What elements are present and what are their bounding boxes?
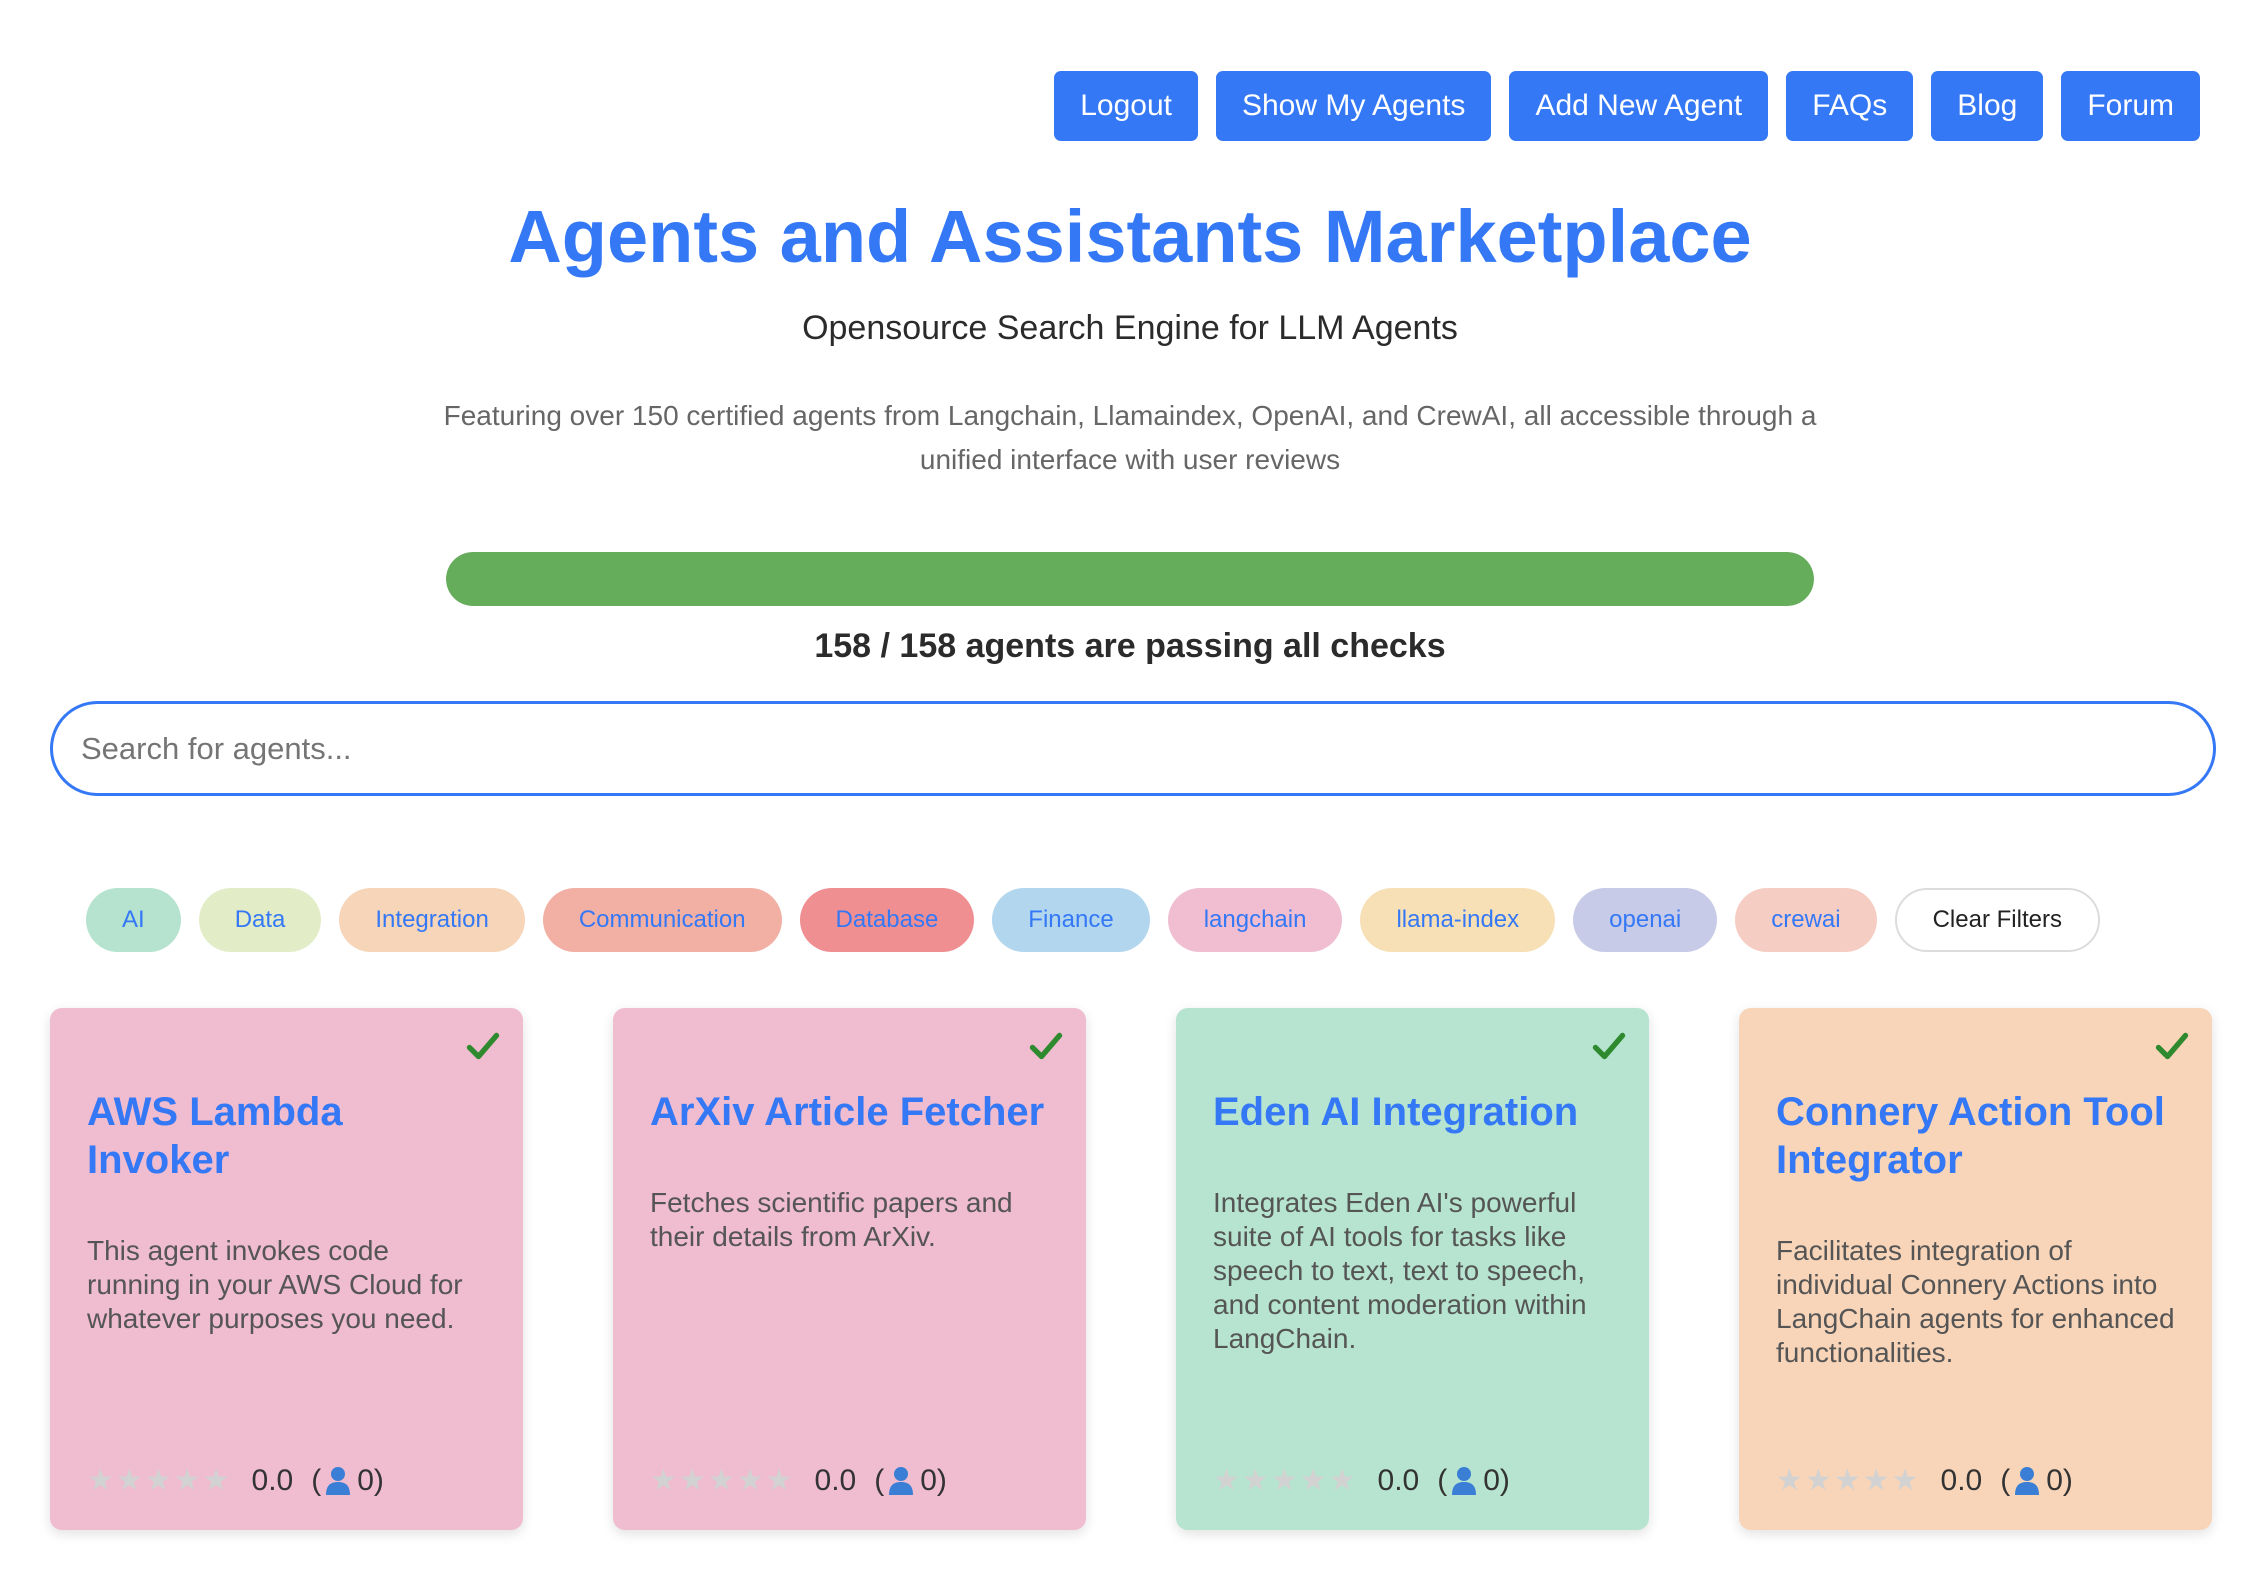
agent-rating: ★ ★ ★ ★ ★ 0.0 ( 0) [650, 1464, 947, 1498]
star-icon[interactable]: ★ [650, 1466, 677, 1496]
filter-chips: AI Data Integration Communication Databa… [86, 888, 2100, 952]
check-icon [2155, 1032, 2189, 1060]
star-rating[interactable]: ★ ★ ★ ★ ★ [650, 1466, 793, 1496]
star-icon[interactable]: ★ [708, 1466, 735, 1496]
star-icon[interactable]: ★ [87, 1466, 114, 1496]
review-count: 0) [357, 1464, 384, 1497]
filter-chip-database[interactable]: Database [799, 888, 975, 952]
checks-progress-bar [446, 552, 1814, 606]
filter-chip-llama-index[interactable]: llama-index [1360, 888, 1556, 952]
user-icon [889, 1467, 914, 1495]
check-icon [1592, 1032, 1626, 1060]
star-icon[interactable]: ★ [1242, 1466, 1269, 1496]
agent-card-title[interactable]: AWS Lambda Invoker [87, 1088, 486, 1184]
rating-value: 0.0 [1377, 1464, 1420, 1497]
star-rating[interactable]: ★ ★ ★ ★ ★ [1776, 1466, 1919, 1496]
page-description: Featuring over 150 certified agents from… [443, 400, 1817, 475]
star-icon[interactable]: ★ [1213, 1466, 1240, 1496]
review-count-open-paren: ( [311, 1464, 322, 1497]
star-icon[interactable]: ★ [1271, 1466, 1298, 1496]
agent-rating: ★ ★ ★ ★ ★ 0.0 ( 0) [87, 1464, 384, 1498]
review-count-open-paren: ( [2000, 1464, 2011, 1497]
search-bar [50, 701, 2216, 796]
star-rating[interactable]: ★ ★ ★ ★ ★ [1213, 1466, 1356, 1496]
star-icon[interactable]: ★ [116, 1466, 143, 1496]
rating-value: 0.0 [814, 1464, 857, 1497]
show-my-agents-button[interactable]: Show My Agents [1215, 71, 1492, 141]
agent-card-title[interactable]: Eden AI Integration [1213, 1088, 1612, 1136]
review-count: 0) [1483, 1464, 1510, 1497]
star-icon[interactable]: ★ [174, 1466, 201, 1496]
agent-card-description: Fetches scientific papers and their deta… [650, 1187, 1013, 1252]
forum-button[interactable]: Forum [2061, 71, 2200, 141]
rating-value: 0.0 [1940, 1464, 1983, 1497]
star-icon[interactable]: ★ [737, 1466, 764, 1496]
star-icon[interactable]: ★ [145, 1466, 172, 1496]
star-icon[interactable]: ★ [766, 1466, 793, 1496]
filter-chip-openai[interactable]: openai [1573, 888, 1718, 952]
check-icon [466, 1032, 500, 1060]
add-new-agent-button[interactable]: Add New Agent [1509, 71, 1769, 141]
faqs-button[interactable]: FAQs [1786, 71, 1914, 141]
check-icon [1029, 1032, 1063, 1060]
star-icon[interactable]: ★ [1776, 1466, 1803, 1496]
logout-button[interactable]: Logout [1054, 71, 1198, 141]
filter-chip-langchain[interactable]: langchain [1167, 888, 1343, 952]
agent-card-title[interactable]: ArXiv Article Fetcher [650, 1088, 1049, 1136]
filter-chip-communication[interactable]: Communication [542, 888, 782, 952]
star-icon[interactable]: ★ [1329, 1466, 1356, 1496]
agent-card-description: This agent invokes code running in your … [87, 1235, 463, 1334]
clear-filters-button[interactable]: Clear Filters [1894, 888, 2100, 952]
filter-chip-finance[interactable]: Finance [992, 888, 1150, 952]
star-icon[interactable]: ★ [679, 1466, 706, 1496]
agent-rating: ★ ★ ★ ★ ★ 0.0 ( 0) [1776, 1464, 2073, 1498]
star-icon[interactable]: ★ [1892, 1466, 1919, 1496]
star-rating[interactable]: ★ ★ ★ ★ ★ [87, 1466, 230, 1496]
filter-chip-data[interactable]: Data [198, 888, 322, 952]
agent-card-grid: AWS Lambda Invoker This agent invokes co… [50, 1008, 2212, 1530]
user-icon [326, 1467, 351, 1495]
review-count: 0) [2046, 1464, 2073, 1497]
review-count: 0) [920, 1464, 947, 1497]
checks-status-text: 158 / 158 agents are passing all checks [814, 627, 1446, 665]
agent-rating: ★ ★ ★ ★ ★ 0.0 ( 0) [1213, 1464, 1510, 1498]
checks-progress-fill [446, 552, 1814, 606]
agent-card-title[interactable]: Connery Action Tool Integrator [1776, 1088, 2175, 1184]
star-icon[interactable]: ★ [1805, 1466, 1832, 1496]
page-subtitle: Opensource Search Engine for LLM Agents [802, 309, 1458, 347]
filter-chip-crewai[interactable]: crewai [1735, 888, 1877, 952]
agent-card[interactable]: Eden AI Integration Integrates Eden AI's… [1176, 1008, 1649, 1530]
search-input[interactable] [50, 701, 2216, 796]
agent-card-description: Facilitates integration of individual Co… [1776, 1235, 2175, 1368]
star-icon[interactable]: ★ [1863, 1466, 1890, 1496]
review-count-open-paren: ( [1437, 1464, 1448, 1497]
user-icon [2015, 1467, 2040, 1495]
filter-chip-integration[interactable]: Integration [339, 888, 525, 952]
page-title: Agents and Assistants Marketplace [508, 195, 1752, 278]
top-navigation: Logout Show My Agents Add New Agent FAQs… [1054, 71, 2200, 141]
user-icon [1452, 1467, 1477, 1495]
filter-chip-ai[interactable]: AI [86, 888, 181, 952]
star-icon[interactable]: ★ [1834, 1466, 1861, 1496]
agent-card[interactable]: Connery Action Tool Integrator Facilitat… [1739, 1008, 2212, 1530]
agent-card[interactable]: ArXiv Article Fetcher Fetches scientific… [613, 1008, 1086, 1530]
agent-card[interactable]: AWS Lambda Invoker This agent invokes co… [50, 1008, 523, 1530]
blog-button[interactable]: Blog [1931, 71, 2044, 141]
star-icon[interactable]: ★ [203, 1466, 230, 1496]
rating-value: 0.0 [251, 1464, 294, 1497]
agent-card-description: Integrates Eden AI's powerful suite of A… [1213, 1187, 1587, 1354]
review-count-open-paren: ( [874, 1464, 885, 1497]
star-icon[interactable]: ★ [1300, 1466, 1327, 1496]
